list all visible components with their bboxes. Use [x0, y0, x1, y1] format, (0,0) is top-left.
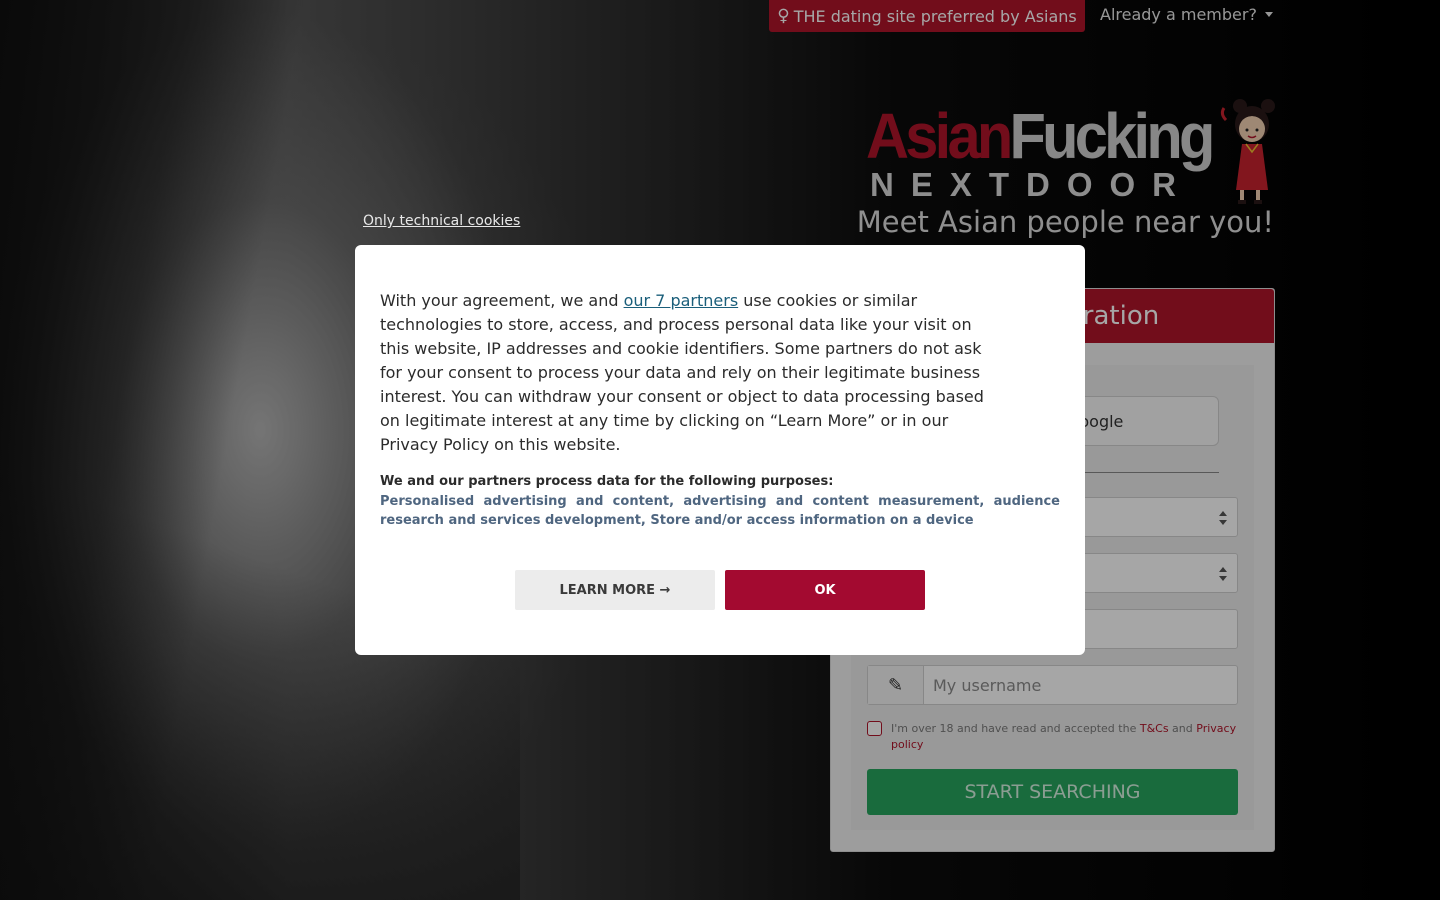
partners-link[interactable]: our 7 partners — [624, 291, 739, 310]
cookie-consent-text: With your agreement, we and our 7 partne… — [380, 289, 990, 457]
learn-more-button[interactable]: LEARN MORE → — [515, 570, 715, 610]
only-technical-cookies-link[interactable]: Only technical cookies — [363, 213, 520, 229]
ok-label: OK — [814, 582, 836, 598]
purposes-list: Personalised advertising and content, ad… — [380, 494, 1060, 528]
consent-text-after: use cookies or similar technologies to s… — [380, 291, 984, 454]
purposes-title: We and our partners process data for the… — [380, 474, 834, 489]
ok-button[interactable]: OK — [725, 570, 925, 610]
cookie-consent-dialog: With your agreement, we and our 7 partne… — [355, 245, 1085, 655]
learn-more-label: LEARN MORE → — [559, 582, 671, 598]
consent-text-before: With your agreement, we and — [380, 291, 624, 310]
